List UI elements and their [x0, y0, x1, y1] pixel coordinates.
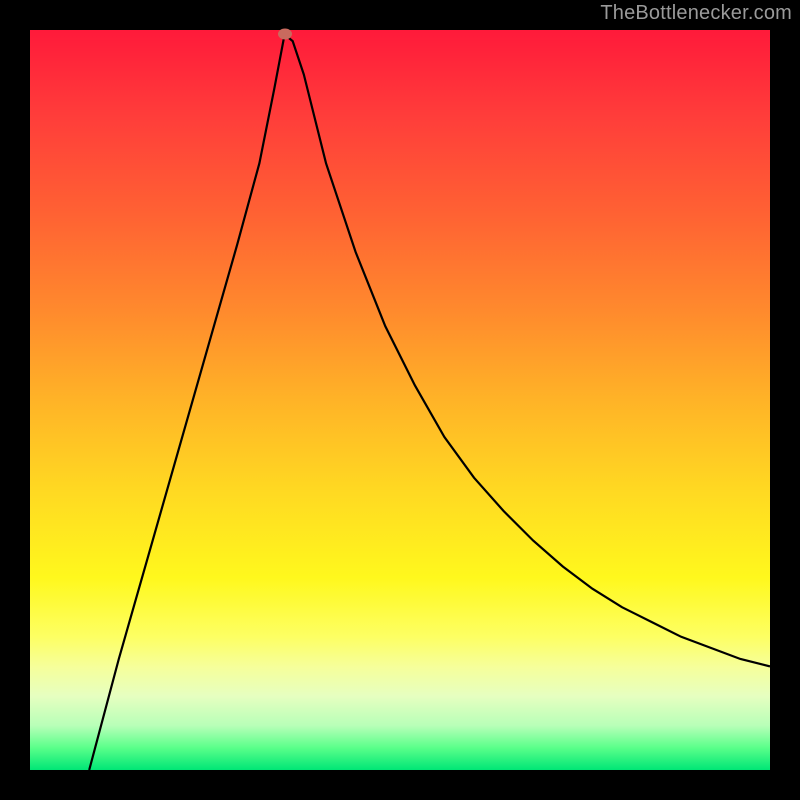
chart-frame: TheBottlenecker.com	[0, 0, 800, 800]
plot-area	[30, 30, 770, 770]
watermark-text: TheBottlenecker.com	[600, 2, 792, 25]
curve-svg	[30, 30, 770, 770]
bottleneck-curve-path	[89, 34, 770, 770]
min-point-marker	[278, 29, 292, 40]
